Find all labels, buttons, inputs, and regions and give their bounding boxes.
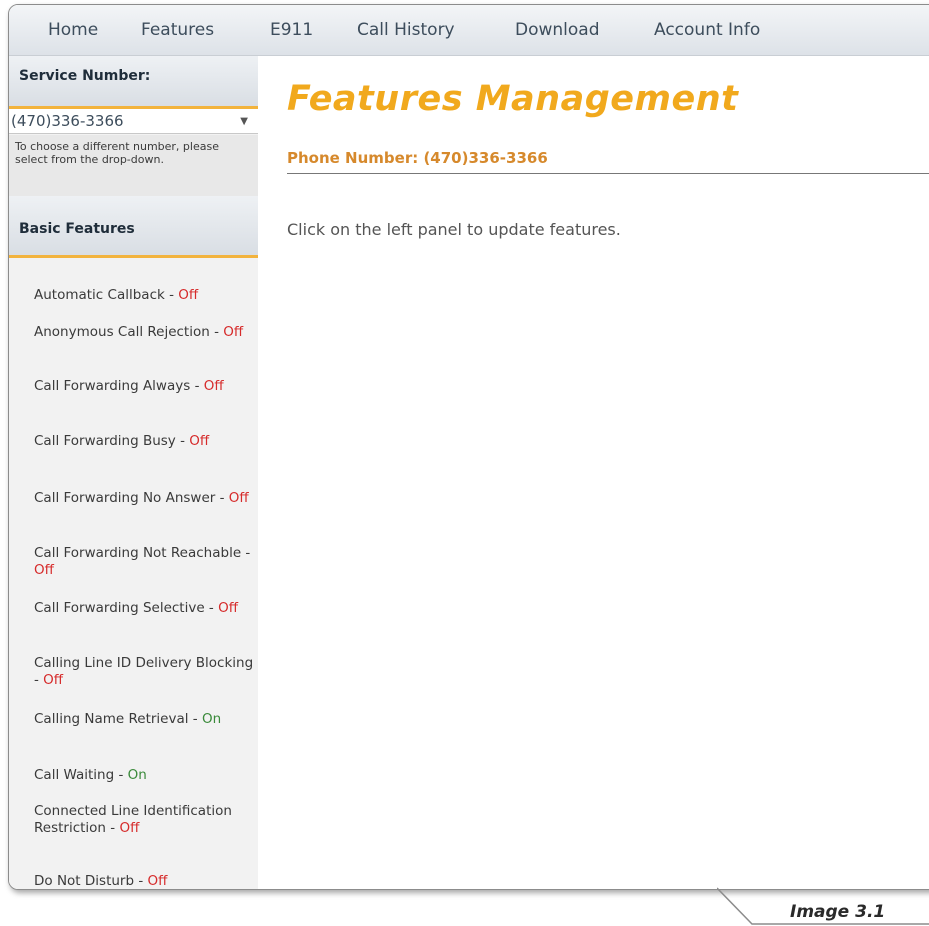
service-number-header: Service Number: bbox=[9, 56, 258, 109]
nav-features[interactable]: Features bbox=[141, 20, 214, 40]
feature-call-forwarding-selective[interactable]: Call Forwarding Selective - Off bbox=[34, 600, 254, 617]
feature-connected-line-identification-restriction[interactable]: Connected Line Identification Restrictio… bbox=[34, 803, 254, 837]
feature-label: Anonymous Call Rejection - bbox=[34, 324, 224, 340]
service-number-select[interactable]: (470)336-3366 ▼ bbox=[9, 109, 258, 134]
status-badge: Off bbox=[119, 820, 140, 836]
service-number-hint: To choose a different number, please sel… bbox=[9, 135, 258, 196]
feature-calling-name-retrieval[interactable]: Calling Name Retrieval - On bbox=[34, 711, 254, 728]
feature-label: Do Not Disturb - bbox=[34, 873, 148, 889]
sidebar: Service Number: (470)336-3366 ▼ To choos… bbox=[9, 56, 258, 889]
status-badge: On bbox=[127, 767, 147, 783]
nav-home[interactable]: Home bbox=[48, 20, 98, 40]
app-window: Home Features E911 Call History Download… bbox=[8, 4, 929, 890]
status-badge: Off bbox=[178, 287, 199, 303]
feature-calling-line-id-delivery-blocking[interactable]: Calling Line ID Delivery Blocking - Off bbox=[34, 655, 254, 689]
status-badge: Off bbox=[147, 873, 168, 889]
status-badge: Off bbox=[43, 672, 64, 688]
feature-call-forwarding-always[interactable]: Call Forwarding Always - Off bbox=[34, 378, 254, 395]
feature-label: Call Waiting - bbox=[34, 767, 128, 783]
feature-do-not-disturb[interactable]: Do Not Disturb - Off bbox=[34, 873, 254, 889]
feature-call-forwarding-busy[interactable]: Call Forwarding Busy - Off bbox=[34, 433, 254, 450]
feature-call-forwarding-no-answer[interactable]: Call Forwarding No Answer - Off bbox=[34, 490, 254, 507]
chevron-down-icon: ▼ bbox=[240, 116, 248, 127]
feature-label: Call Forwarding Always - bbox=[34, 378, 204, 394]
top-navigation: Home Features E911 Call History Download… bbox=[9, 5, 929, 56]
basic-features-header: Basic Features bbox=[9, 196, 258, 258]
feature-call-forwarding-not-reachable[interactable]: Call Forwarding Not Reachable - Off bbox=[34, 545, 254, 579]
status-badge: Off bbox=[189, 433, 210, 449]
feature-call-waiting[interactable]: Call Waiting - On bbox=[34, 767, 254, 784]
feature-label: Call Forwarding No Answer - bbox=[34, 490, 229, 506]
status-badge: Off bbox=[228, 490, 249, 506]
image-caption: Image 3.1 bbox=[790, 902, 886, 922]
feature-label: Calling Name Retrieval - bbox=[34, 711, 202, 727]
feature-label: Calling Line ID Delivery Blocking - bbox=[34, 655, 254, 688]
status-badge: Off bbox=[34, 562, 54, 578]
feature-label: Call Forwarding Selective - bbox=[34, 600, 219, 616]
status-badge: Off bbox=[218, 600, 239, 616]
page-title: Features Management bbox=[287, 79, 739, 119]
status-badge: Off bbox=[203, 378, 224, 394]
feature-anonymous-call-rejection[interactable]: Anonymous Call Rejection - Off bbox=[34, 324, 254, 341]
status-badge: Off bbox=[223, 324, 244, 340]
nav-call-history[interactable]: Call History bbox=[357, 20, 455, 40]
feature-label: Call Forwarding Busy - bbox=[34, 433, 190, 449]
feature-label: Automatic Callback - bbox=[34, 287, 179, 303]
phone-number-heading: Phone Number: (470)336-3366 bbox=[287, 149, 548, 167]
nav-account-info[interactable]: Account Info bbox=[654, 20, 760, 40]
divider bbox=[287, 173, 929, 174]
status-badge: On bbox=[201, 711, 222, 727]
feature-automatic-callback[interactable]: Automatic Callback - Off bbox=[34, 287, 254, 304]
nav-download[interactable]: Download bbox=[515, 20, 600, 40]
service-number-value: (470)336-3366 bbox=[11, 112, 124, 130]
nav-e911[interactable]: E911 bbox=[270, 20, 313, 40]
instructions-text: Click on the left panel to update featur… bbox=[287, 220, 621, 239]
feature-label: Call Forwarding Not Reachable - bbox=[34, 545, 251, 561]
